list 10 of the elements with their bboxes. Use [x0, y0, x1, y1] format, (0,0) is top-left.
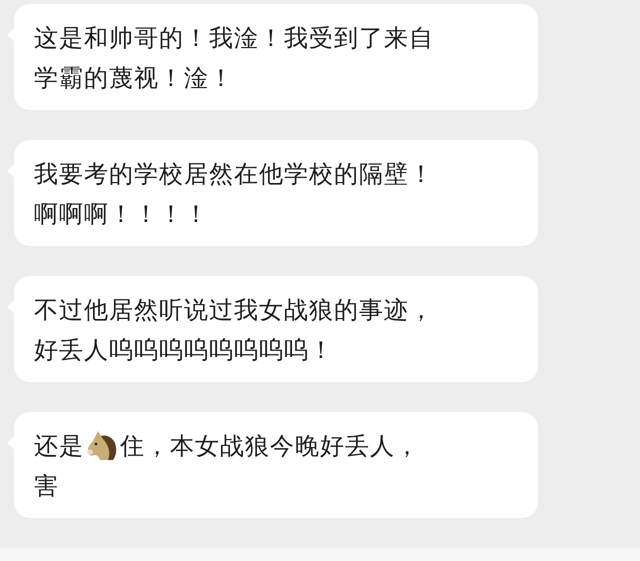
message-text: 住，本女战狼今晚好丢人，	[120, 431, 420, 462]
message-text: 好丢人呜呜呜呜呜呜呜呜！	[34, 335, 334, 366]
message-text: 不过他居然听说过我女战狼的事迹，	[34, 295, 434, 326]
message-text: 我要考的学校居然在他学校的隔壁！	[34, 159, 434, 190]
message-text: 还是	[34, 431, 84, 462]
message-text: 这是和帅哥的！我淦！我受到了来自	[34, 23, 434, 54]
message-text: 害	[34, 471, 59, 502]
message-text: 学霸的蔑视！淦！	[34, 63, 234, 94]
message-text: 啊啊啊！！！！	[34, 199, 209, 230]
horse-icon	[86, 431, 118, 461]
